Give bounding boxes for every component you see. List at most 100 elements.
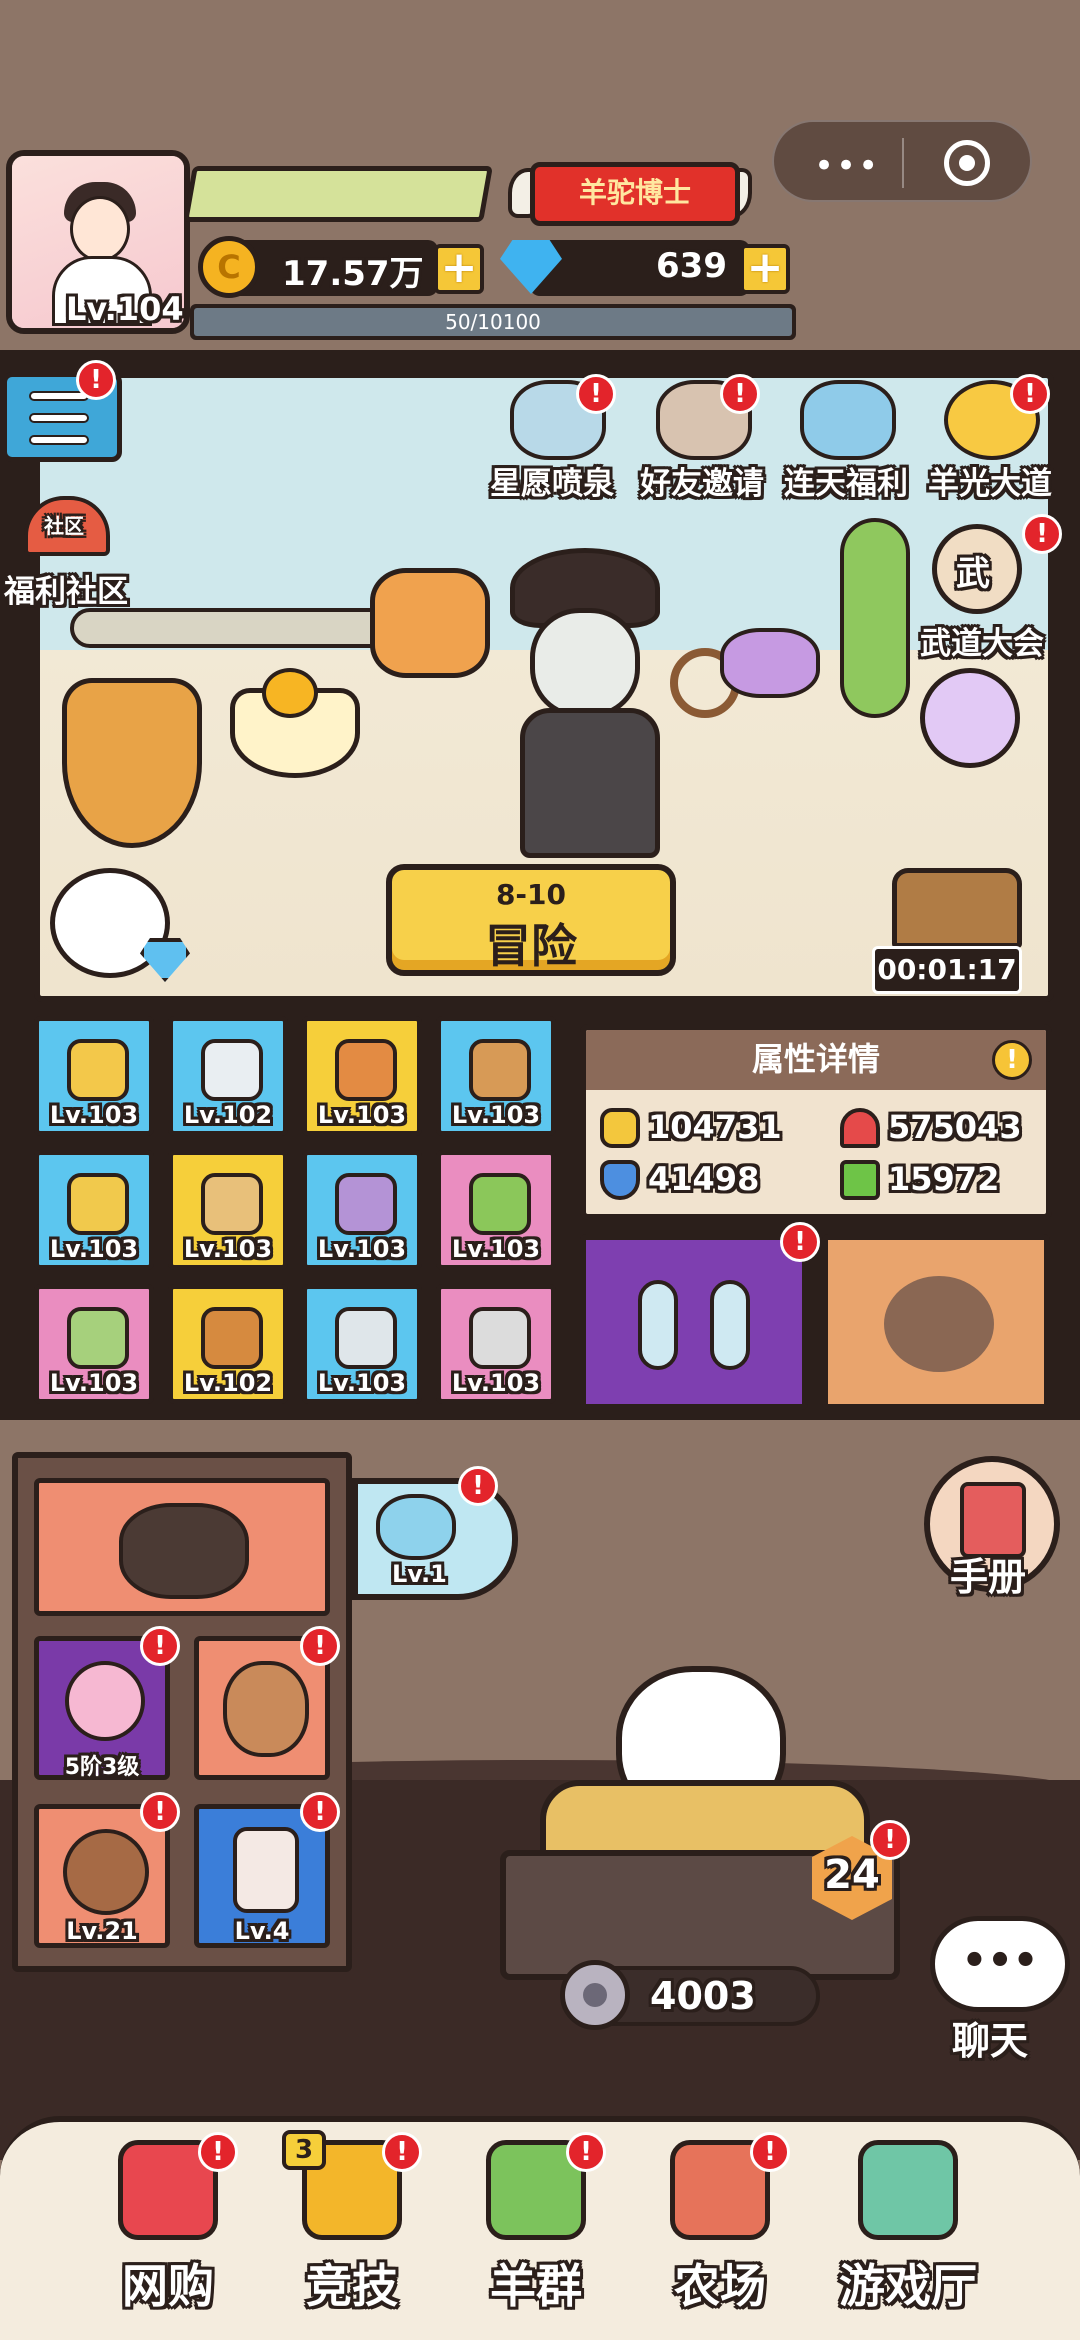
hedgehog-alert: ! — [140, 1792, 180, 1832]
nav-alert: ! — [198, 2132, 238, 2172]
fountain-alert: ! — [576, 374, 616, 414]
equipment-slot[interactable]: Lv.103 — [302, 1150, 422, 1270]
nav-shop[interactable]: 网购! — [78, 2132, 258, 2330]
equipment-icon — [201, 1039, 263, 1101]
jar-level: Lv.4 — [234, 1917, 290, 1945]
equipment-slot[interactable]: Lv.103 — [436, 1150, 556, 1270]
earring-left-icon — [638, 1280, 678, 1370]
add-gem-button[interactable]: + — [740, 244, 790, 294]
experience-bar: 50/10100 — [190, 304, 796, 340]
gear-icon[interactable] — [560, 1960, 630, 2030]
equipment-icon — [335, 1307, 397, 1369]
equipment-level: Lv.102 — [183, 1101, 273, 1129]
attribute-info-button[interactable]: ! — [992, 1040, 1032, 1080]
nav-arcade[interactable]: 游戏厅 — [818, 2140, 998, 2330]
feature-gift[interactable]: 连天福利 — [784, 458, 908, 503]
avatar-face — [70, 196, 130, 262]
chat-label[interactable]: 聊天 — [952, 2010, 1028, 2065]
gift-icon[interactable] — [800, 380, 896, 460]
more-icon[interactable]: ••• — [814, 146, 880, 186]
nav-label: 羊群 — [490, 2259, 582, 2313]
sun-alert: ! — [1010, 374, 1050, 414]
equipment-slot[interactable]: Lv.103 — [34, 1150, 154, 1270]
add-gold-button[interactable]: + — [434, 244, 484, 294]
nav-arena[interactable]: 竞技! 3 — [262, 2130, 442, 2330]
defense-value: 41498 — [648, 1160, 760, 1198]
diamond-icon — [140, 938, 190, 982]
equipment-icon — [335, 1173, 397, 1235]
equipment-level: Lv.103 — [451, 1369, 541, 1397]
farm-stat-value: 4003 — [650, 1974, 756, 2018]
equipment-level: Lv.103 — [451, 1235, 541, 1263]
equipment-slot[interactable]: Lv.102 — [168, 1284, 288, 1404]
equipment-icon — [67, 1307, 129, 1369]
player-title-badge[interactable]: 羊驼博士 — [530, 162, 740, 226]
arena-count-badge: 3 — [282, 2130, 326, 2170]
gold-amount: 17.57万 — [282, 254, 424, 294]
equipment-grid: Lv.103 Lv.102 Lv.103 Lv.103 Lv.103 Lv.103 Lv.1… — [34, 1016, 570, 1420]
equipment-slot[interactable]: Lv.103 — [168, 1150, 288, 1270]
mini-program-capsule: ••• — [772, 120, 1032, 202]
flower-pot — [720, 628, 820, 698]
menu-line — [29, 435, 89, 445]
nav-label: 竞技 — [306, 2259, 398, 2313]
chest-timer: 00:01:17 — [872, 946, 1022, 994]
equipment-icon — [469, 1039, 531, 1101]
equipment-slot[interactable]: Lv.103 — [34, 1284, 154, 1404]
farm-level-value: 24 — [824, 1852, 880, 1898]
feature-friends[interactable]: 好友邀请 — [640, 458, 764, 503]
chat-bubble-icon[interactable]: ••• — [930, 1916, 1070, 2012]
gold-coin-icon: C — [198, 236, 260, 298]
equipment-icon — [335, 1039, 397, 1101]
handbook-label[interactable]: 手册 — [950, 1546, 1026, 1601]
community-button[interactable]: 福利社区 — [4, 566, 128, 611]
locked-silhouette-icon — [884, 1276, 994, 1372]
companion-icon — [119, 1503, 249, 1599]
equipment-slot[interactable]: Lv.102 — [168, 1016, 288, 1136]
heart-icon — [840, 1108, 880, 1148]
crystal-ball — [920, 668, 1020, 768]
experience-text: 50/10100 — [445, 310, 541, 334]
equipment-slot[interactable]: Lv.103 — [302, 1016, 422, 1136]
flower-alert: ! — [140, 1626, 180, 1666]
farm-alert: ! — [870, 1820, 910, 1860]
equipment-slot[interactable]: Lv.103 — [436, 1016, 556, 1136]
equipment-icon — [469, 1173, 531, 1235]
feature-fountain[interactable]: 星愿喷泉 — [490, 458, 614, 503]
skill-slot-earrings[interactable] — [580, 1234, 808, 1410]
adventure-button[interactable]: 8-10 冒险 — [386, 864, 676, 976]
martial-button[interactable]: 武道大会 — [920, 618, 1044, 663]
menu-alert: ! — [76, 360, 116, 400]
pet-level: Lv.1 — [392, 1560, 447, 1588]
nav-flock[interactable]: 羊群! — [446, 2132, 626, 2330]
feature-sun[interactable]: 羊光大道 — [928, 458, 1052, 503]
nav-label: 农场 — [674, 2259, 766, 2313]
hedgehog-icon — [63, 1829, 149, 1915]
companion-card-main[interactable] — [34, 1478, 330, 1616]
treasure-chest[interactable] — [892, 868, 1022, 948]
nav-alert: ! — [382, 2132, 422, 2172]
attack-value: 104731 — [648, 1108, 782, 1146]
shield-icon — [600, 1160, 640, 1200]
martial-tag: 武 — [956, 554, 990, 594]
equipment-slot[interactable]: Lv.103 — [302, 1284, 422, 1404]
equipment-icon — [469, 1307, 531, 1369]
close-target-icon[interactable] — [944, 140, 990, 186]
attribute-panel: 属性详情 ! 104731 575043 41498 15972 — [580, 1024, 1052, 1220]
teddy-bear-icon — [223, 1661, 309, 1757]
jar-alert: ! — [300, 1792, 340, 1832]
flower-icon — [65, 1661, 145, 1741]
equipment-slot[interactable]: Lv.103 — [34, 1016, 154, 1136]
equipment-icon — [67, 1039, 129, 1101]
teddy-alert: ! — [300, 1626, 340, 1666]
stage-number: 8-10 — [495, 878, 567, 911]
skill-slot-empty[interactable] — [822, 1234, 1050, 1410]
pet-alert: ! — [458, 1466, 498, 1506]
hp-value: 575043 — [888, 1108, 1022, 1146]
nav-farm[interactable]: 农场! — [630, 2132, 810, 2330]
equipment-slot[interactable]: Lv.103 — [436, 1284, 556, 1404]
equipment-level: Lv.103 — [49, 1369, 139, 1397]
nav-alert: ! — [566, 2132, 606, 2172]
player-level: Lv.104 — [66, 290, 184, 328]
vase-decoration — [62, 678, 202, 848]
